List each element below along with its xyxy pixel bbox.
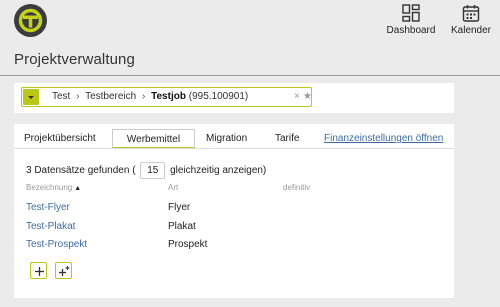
nav-kalender-label: Kalender <box>450 25 492 36</box>
project-selector[interactable]: Test › Testbereich › Testjob (995.100901… <box>21 87 312 107</box>
record-count-prefix: 3 Datensätze gefunden ( <box>26 165 136 177</box>
add-multiple-icon <box>59 266 70 276</box>
tab-bar: Projektübersicht Werbemittel Migration T… <box>14 129 454 149</box>
add-icon <box>35 267 44 276</box>
breadcrumb-separator: › <box>76 91 80 102</box>
title-divider <box>0 75 500 76</box>
calendar-icon <box>462 5 480 22</box>
row-bezeichnung-link[interactable]: Test-Plakat <box>26 221 75 232</box>
breadcrumb: Test › Testbereich › Testjob (995.100901… <box>52 91 248 102</box>
star-icon[interactable]: ★ <box>303 91 312 102</box>
row-art: Flyer <box>168 202 191 213</box>
row-art: Prospekt <box>168 239 208 250</box>
tab-werbemittel[interactable]: Werbemittel <box>112 129 195 149</box>
record-count-suffix: gleichzeitig anzeigen) <box>170 165 267 177</box>
row-bezeichnung-link[interactable]: Test-Prospekt <box>26 239 87 250</box>
t-logo-icon[interactable] <box>14 4 47 37</box>
column-header-bezeichnung[interactable]: Bezeichnung ▲ <box>26 183 81 192</box>
page-title: Projektverwaltung <box>14 51 135 68</box>
tab-projektuebersicht[interactable]: Projektübersicht <box>24 129 96 149</box>
breadcrumb-item[interactable]: Test <box>52 91 70 102</box>
tab-divider <box>14 148 454 149</box>
dashboard-grid-icon <box>402 4 420 22</box>
tab-migration[interactable]: Migration <box>206 129 247 149</box>
page-size-input[interactable]: 15 <box>140 162 166 179</box>
table-row: Test-Prospekt Prospekt <box>26 239 446 255</box>
column-header-definitiv[interactable]: definitiv <box>283 183 310 192</box>
row-art: Plakat <box>168 221 196 232</box>
sort-ascending-icon: ▲ <box>74 185 82 192</box>
nav-dashboard-label: Dashboard <box>386 25 436 36</box>
table-row: Test-Flyer Flyer <box>26 202 446 218</box>
tab-tarife[interactable]: Tarife <box>275 129 299 149</box>
record-count: 3 Datensätze gefunden ( 15 gleichzeitig … <box>26 162 266 179</box>
table-row: Test-Plakat Plakat <box>26 221 446 237</box>
nav-kalender[interactable]: Kalender <box>450 4 492 36</box>
clear-icon[interactable]: × <box>294 91 300 102</box>
column-header-label: Bezeichnung <box>26 183 73 192</box>
nav-dashboard[interactable]: Dashboard <box>386 4 436 36</box>
job-id: (995.100901) <box>188 91 249 102</box>
finanzeinstellungen-link[interactable]: Finanzeinstellungen öffnen <box>324 129 443 149</box>
add-button[interactable] <box>30 262 47 279</box>
breadcrumb-item[interactable]: Testbereich <box>85 91 136 102</box>
selector-dropdown-button[interactable] <box>23 89 39 105</box>
row-bezeichnung-link[interactable]: Test-Flyer <box>26 202 70 213</box>
breadcrumb-separator: › <box>142 91 146 102</box>
breadcrumb-current-job: Testjob <box>151 91 186 102</box>
add-multiple-button[interactable] <box>55 262 72 279</box>
column-header-art[interactable]: Art <box>168 183 178 192</box>
